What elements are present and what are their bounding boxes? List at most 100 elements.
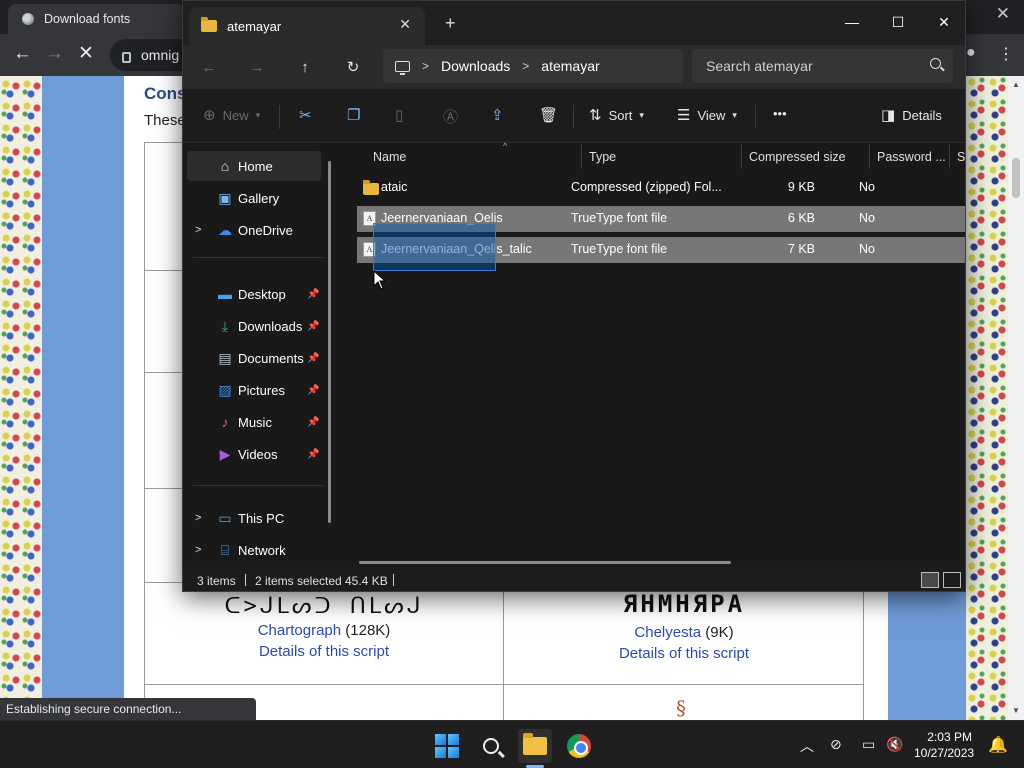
profile-icon[interactable]: ● — [966, 44, 976, 62]
sidebar-item-pictures[interactable]: ▨ Pictures 📌 — [183, 375, 323, 405]
scroll-down-icon[interactable]: ▼ — [1012, 706, 1020, 715]
sidebar-item-gallery[interactable]: ▣ Gallery — [183, 183, 323, 213]
taskbar-file-explorer[interactable] — [518, 729, 552, 763]
close-window-button[interactable]: ✕ — [921, 7, 965, 37]
address-text: omnig — [141, 47, 180, 63]
font-download-link[interactable]: Chelyesta — [634, 624, 701, 641]
browser-menu-icon[interactable]: ⋮ — [998, 44, 1014, 64]
sidebar-item-downloads[interactable]: ⤓ Downloads 📌 — [183, 311, 323, 341]
camera-off-icon[interactable]: ⊘ — [830, 736, 842, 753]
chevron-up-icon[interactable]: ︿ — [800, 736, 814, 756]
chevron-right-icon[interactable]: > — [422, 59, 429, 73]
file-row[interactable]: ataic Compressed (zipped) Fol... 9 KB No — [357, 175, 965, 201]
sidebar-item-onedrive[interactable]: > ☁ OneDrive — [183, 215, 323, 245]
scrollbar-thumb[interactable] — [1012, 158, 1020, 198]
pin-icon[interactable]: 📌 — [307, 449, 319, 460]
browser-close-icon[interactable]: ✕ — [996, 4, 1010, 24]
horizontal-scrollbar[interactable] — [359, 561, 731, 564]
details-view-icon[interactable] — [921, 572, 939, 588]
view-button[interactable]: ☰ View ▾ — [677, 106, 737, 124]
pin-icon[interactable]: 📌 — [307, 385, 319, 396]
chevron-right-icon[interactable]: > — [195, 544, 201, 556]
browser-stop-icon[interactable]: ✕ — [78, 44, 94, 64]
column-label: Compressed size — [749, 150, 846, 164]
taskbar-search-button[interactable] — [474, 729, 508, 763]
file-size: 6 KB — [787, 211, 815, 225]
taskbar-chrome[interactable] — [562, 729, 596, 763]
section-heading: Cons — [144, 84, 187, 103]
scroll-up-icon[interactable]: ▲ — [1012, 80, 1020, 89]
column-header-password[interactable]: Password ... — [877, 143, 949, 171]
chevron-right-icon[interactable]: > — [522, 59, 529, 73]
pin-icon[interactable]: 📌 — [307, 321, 319, 332]
music-icon: ♪ — [221, 414, 229, 430]
sidebar-item-home[interactable]: ⌂ Home — [187, 151, 321, 181]
new-button[interactable]: ⊕ New ▾ — [203, 106, 260, 124]
breadcrumb[interactable]: > Downloads > atemayar — [383, 49, 683, 83]
browser-tab[interactable]: Download fonts — [8, 4, 184, 34]
sort-icon: ⇅ — [589, 107, 602, 124]
sidebar-item-desktop[interactable]: ▬ Desktop 📌 — [183, 279, 323, 309]
document-icon: ▤ — [218, 349, 232, 366]
column-header-compressed-size[interactable]: Compressed size — [749, 143, 869, 171]
start-button[interactable] — [430, 729, 464, 763]
column-divider[interactable] — [869, 145, 870, 169]
sidebar-item-videos[interactable]: ▶ Videos 📌 — [183, 439, 323, 469]
scissors-icon: ✂ — [299, 107, 312, 124]
share-button[interactable]: ⇪ — [491, 106, 504, 124]
chevron-right-icon[interactable]: > — [195, 224, 201, 236]
desktop-icon: ▬ — [218, 286, 232, 302]
file-size: 7 KB — [787, 242, 815, 256]
sidebar-item-network[interactable]: > ⌸ Network — [183, 535, 323, 565]
font-download-link[interactable]: Chartograph — [258, 622, 341, 639]
breadcrumb-downloads[interactable]: Downloads — [441, 58, 510, 74]
forward-icon[interactable]: → — [243, 54, 271, 80]
browser-forward-icon[interactable]: → — [45, 44, 64, 64]
maximize-button[interactable]: ☐ — [875, 7, 921, 37]
column-header-name[interactable]: Name ^ — [373, 141, 583, 171]
column-header-type[interactable]: Type — [589, 143, 739, 171]
chevron-right-icon[interactable]: > — [195, 512, 201, 524]
close-tab-icon[interactable]: ✕ — [399, 16, 411, 33]
column-divider[interactable] — [581, 145, 582, 169]
font-details-link[interactable]: Details of this script — [504, 645, 864, 662]
explorer-tab[interactable]: atemayar ✕ — [189, 7, 425, 45]
rename-button[interactable]: Ⓐ — [443, 106, 458, 127]
browser-back-icon[interactable]: ← — [13, 44, 32, 64]
page-scrollbar[interactable]: ▲ ▼ — [1008, 76, 1024, 720]
search-input[interactable]: Search atemayar — [692, 49, 953, 83]
sidebar-item-label: Home — [238, 158, 273, 174]
sidebar-item-documents[interactable]: ▤ Documents 📌 — [183, 343, 323, 373]
display-icon[interactable]: ▭ — [862, 736, 875, 753]
notification-bell-icon[interactable]: 🔔 — [988, 735, 1008, 755]
font-details-link[interactable]: Details of this script — [144, 643, 504, 660]
copy-button[interactable]: ❐ — [347, 106, 360, 124]
back-icon[interactable]: ← — [195, 54, 223, 80]
divider — [193, 485, 323, 486]
breadcrumb-atemayar[interactable]: atemayar — [541, 58, 599, 74]
up-icon[interactable]: ↑ — [291, 54, 319, 80]
sidebar-item-music[interactable]: ♪ Music 📌 — [183, 407, 323, 437]
page-margin-left — [42, 76, 124, 720]
cut-button[interactable]: ✂ — [299, 106, 312, 124]
more-options-button[interactable]: ••• — [773, 106, 787, 121]
sort-button[interactable]: ⇅ Sort ▾ — [589, 106, 644, 124]
paste-button[interactable]: ▯ — [395, 106, 403, 124]
delete-button[interactable]: 🗑 — [539, 106, 558, 124]
refresh-icon[interactable]: ↻ — [339, 54, 367, 80]
details-pane-button[interactable]: ◨ Details — [881, 106, 942, 124]
navigation-scrollbar[interactable] — [328, 161, 331, 523]
file-name: ataic — [381, 180, 408, 194]
pin-icon[interactable]: 📌 — [307, 417, 319, 428]
column-header-size[interactable]: Si — [957, 143, 965, 171]
pin-icon[interactable]: 📌 — [307, 289, 319, 300]
tiles-view-icon[interactable] — [943, 572, 961, 588]
column-divider[interactable] — [949, 145, 950, 169]
system-clock[interactable]: 2:03 PM 10/27/2023 — [914, 729, 974, 761]
volume-muted-icon[interactable]: 🔇 — [886, 736, 903, 753]
column-divider[interactable] — [741, 145, 742, 169]
sidebar-item-this-pc[interactable]: > ▭ This PC — [183, 503, 323, 533]
minimize-button[interactable]: — — [829, 7, 875, 37]
new-tab-icon[interactable]: + — [445, 13, 456, 34]
pin-icon[interactable]: 📌 — [307, 353, 319, 364]
